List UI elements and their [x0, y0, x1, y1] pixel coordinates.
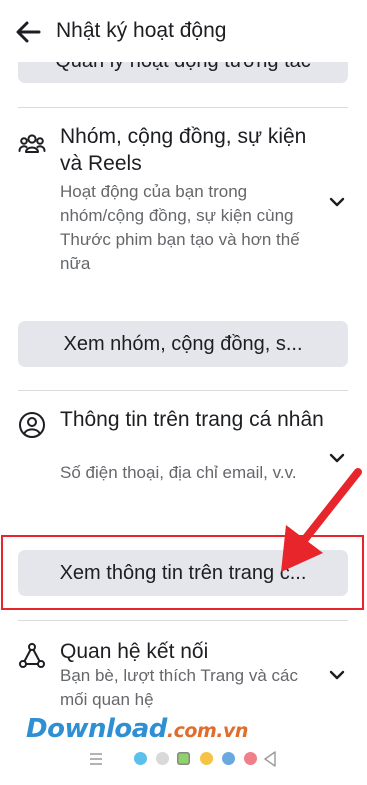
back-arrow-icon[interactable]: [14, 18, 42, 46]
chevron-down-icon[interactable]: [328, 196, 346, 208]
nav-dot: [156, 752, 169, 765]
home-button[interactable]: [177, 752, 190, 765]
watermark-logo: Download.com.vn: [26, 714, 248, 744]
profile-circle-icon: [19, 412, 45, 438]
page-title: Nhật ký hoạt động: [56, 19, 227, 42]
chevron-down-icon[interactable]: [328, 669, 346, 681]
section-description: Hoạt động của bạn trong nhóm/cộng đồng, …: [60, 182, 300, 273]
system-nav-bar: [0, 745, 367, 775]
view-groups-button[interactable]: Xem nhóm, cộng đồng, s...: [18, 321, 348, 367]
recent-apps-icon[interactable]: [89, 753, 103, 765]
back-triangle-icon[interactable]: [263, 751, 277, 767]
section-title: Quan hệ kết nối: [60, 640, 209, 663]
connections-icon: [19, 643, 45, 668]
section-title: Thông tin trên trang cá nhân: [60, 408, 324, 431]
divider: [18, 620, 348, 621]
section-title: Nhóm, cộng đồng, sự kiện và Reels: [60, 125, 307, 175]
section-description: Số điện thoại, địa chỉ email, v.v.: [60, 463, 297, 482]
people-group-icon: [18, 134, 46, 153]
nav-dot: [244, 752, 257, 765]
nav-dot: [134, 752, 147, 765]
nav-dot: [200, 752, 213, 765]
highlight-box: [1, 535, 364, 610]
divider: [18, 107, 348, 108]
divider: [18, 390, 348, 391]
section-description: Bạn bè, lượt thích Trang và các mối quan…: [60, 666, 298, 709]
nav-dot: [222, 752, 235, 765]
top-app-bar: Nhật ký hoạt động: [0, 0, 367, 62]
chevron-down-icon[interactable]: [328, 452, 346, 464]
